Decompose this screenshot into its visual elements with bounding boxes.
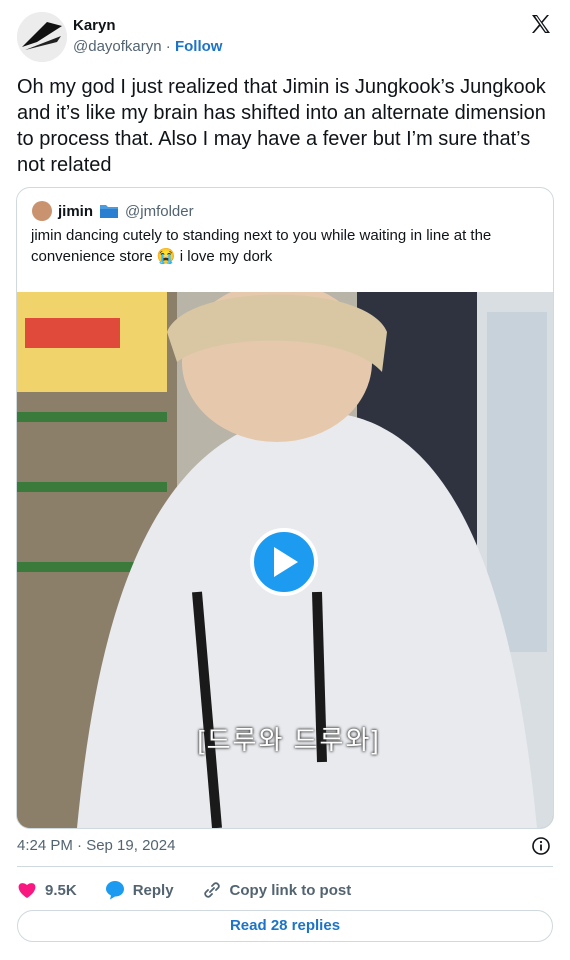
reply-button[interactable]: Reply: [105, 880, 174, 900]
like-button[interactable]: 9.5K: [17, 881, 77, 899]
heart-icon: [18, 883, 36, 898]
tweet-actions: 9.5K Reply Copy link to post: [17, 878, 379, 902]
link-icon: [203, 882, 220, 898]
read-replies-button[interactable]: Read 28 replies: [17, 910, 553, 942]
info-icon[interactable]: [532, 837, 550, 855]
x-logo-icon[interactable]: [529, 12, 553, 36]
author-name[interactable]: Karyn: [73, 17, 116, 34]
like-count: 9.5K: [45, 881, 77, 899]
tweet-timestamp[interactable]: 4:24 PM · Sep 19, 2024: [17, 837, 175, 854]
quoted-tweet[interactable]: jimin @jmfolder jimin dancing cutely to …: [16, 187, 554, 829]
quoted-author-name[interactable]: jimin: [58, 203, 93, 220]
video-subtitle: [드루와 드루와]: [197, 725, 381, 755]
play-button[interactable]: [250, 528, 318, 596]
quoted-tweet-text: jimin dancing cutely to standing next to…: [31, 227, 492, 265]
author-avatar[interactable]: [17, 12, 67, 62]
avatar-logo-graphic: [17, 12, 67, 62]
handle-separator: ·: [165, 38, 171, 55]
tweet-header: Karyn @dayofkaryn · Follow: [17, 12, 553, 62]
follow-button[interactable]: Follow: [175, 38, 223, 55]
copy-link-label: Copy link to post: [229, 881, 352, 899]
quoted-tweet-header: jimin @jmfolder: [32, 201, 194, 221]
video-thumbnail[interactable]: [드루와 드루와]: [17, 292, 553, 828]
play-icon: [274, 547, 298, 577]
author-handle-row: @dayofkaryn · Follow: [73, 38, 222, 55]
embedded-tweet-card: Karyn @dayofkaryn · Follow Oh my god I j…: [0, 0, 570, 960]
reply-bubble-icon: [105, 881, 124, 900]
folder-emoji-icon: [100, 205, 119, 218]
author-handle[interactable]: @dayofkaryn: [73, 38, 162, 55]
quoted-author-avatar[interactable]: [32, 201, 52, 221]
copy-link-button[interactable]: Copy link to post: [202, 880, 352, 900]
divider: [17, 866, 553, 867]
reply-label: Reply: [132, 881, 174, 899]
quoted-author-handle[interactable]: @jmfolder: [125, 203, 194, 220]
tweet-text: Oh my god I just realized that Jimin is …: [17, 76, 546, 176]
